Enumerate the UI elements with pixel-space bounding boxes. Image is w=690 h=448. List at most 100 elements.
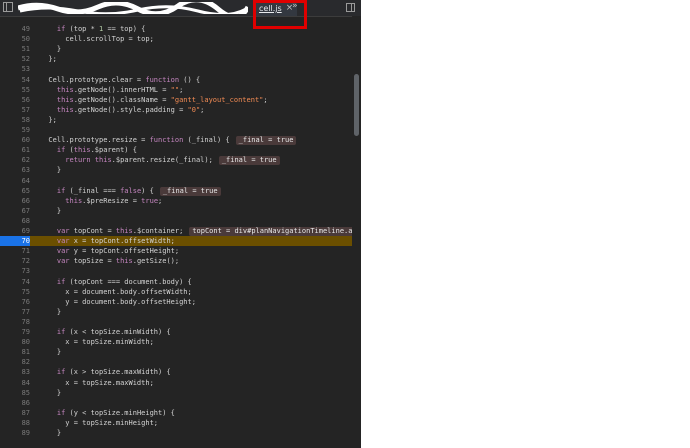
line-number[interactable]: 81 (0, 347, 30, 357)
line-number[interactable]: 86 (0, 398, 30, 408)
line-number[interactable]: 78 (0, 317, 30, 327)
vertical-scrollbar[interactable] (352, 16, 361, 448)
line-number[interactable]: 61 (0, 145, 30, 155)
code-line[interactable]: 58 }; (0, 115, 352, 125)
line-number[interactable]: 88 (0, 418, 30, 428)
code-line[interactable]: 59 (0, 125, 352, 135)
scrollbar-thumb[interactable] (354, 74, 359, 136)
code-line[interactable]: 62 return this.$parent.resize(_final); _f… (0, 155, 352, 166)
code-line[interactable]: 65 if (_final === false) {_final = true (0, 186, 352, 196)
code-text: } (40, 348, 62, 357)
line-number[interactable]: 65 (0, 186, 30, 196)
line-number[interactable]: 80 (0, 337, 30, 347)
line-number[interactable]: 53 (0, 64, 30, 74)
line-number[interactable]: 55 (0, 85, 30, 95)
inline-value-hint: _final = true (159, 186, 221, 196)
line-number[interactable]: 76 (0, 297, 30, 307)
line-number[interactable]: 72 (0, 256, 30, 266)
code-text: this.getNode().innerHTML = ""; (56, 85, 184, 94)
code-line[interactable]: 89 } (0, 428, 352, 438)
code-line[interactable]: 83 if (x > topSize.maxWidth) { (0, 367, 352, 377)
line-number[interactable]: 56 (0, 95, 30, 105)
code-line[interactable]: 69 var topCont = this.$container; topCont… (0, 226, 361, 236)
code-line[interactable]: 82 (0, 357, 352, 367)
code-text: y = document.body.offsetHeight; (40, 297, 196, 306)
code-text: var y = topCont.offsetHeight; (56, 247, 180, 256)
code-line[interactable]: 60 Cell.prototype.resize = function (_fi… (0, 135, 352, 146)
code-line[interactable]: 64 (0, 176, 352, 186)
line-number[interactable]: 82 (0, 357, 30, 367)
code-line[interactable]: 80 x = topSize.minWidth; (0, 337, 352, 347)
line-number[interactable]: 74 (0, 277, 30, 287)
code-line[interactable]: 56 this.getNode().className = "gantt_lay… (0, 95, 352, 105)
code-line[interactable]: 55 this.getNode().innerHTML = ""; (0, 85, 352, 95)
code-line[interactable]: 68 (0, 216, 352, 226)
line-number[interactable]: 73 (0, 266, 30, 276)
line-number[interactable]: 89 (0, 428, 30, 438)
code-line[interactable]: 73 (0, 266, 352, 276)
code-line[interactable]: 66 this.$preResize = true; (0, 196, 352, 206)
code-text: if (y < topSize.minHeight) { (56, 408, 175, 417)
toggle-navigator-icon[interactable] (3, 2, 13, 12)
line-number[interactable]: 71 (0, 246, 30, 256)
code-text: x = document.body.offsetWidth; (40, 287, 192, 296)
code-line[interactable]: 51 } (0, 44, 352, 54)
code-line[interactable]: 52 }; (0, 54, 352, 64)
code-text: } (40, 388, 62, 397)
code-line[interactable]: 53 (0, 64, 352, 74)
code-text: var x = topCont.offsetWidth; (56, 237, 175, 246)
code-line[interactable]: 81 } (0, 347, 352, 357)
code-line[interactable]: 50 cell.scrollTop = top; (0, 34, 352, 44)
line-number[interactable]: 85 (0, 388, 30, 398)
code-line[interactable]: 87 if (y < topSize.minHeight) { (0, 408, 352, 418)
code-editor[interactable]: 49 if (top * 1 == top) {50 cell.scrollTo… (0, 24, 361, 448)
code-line[interactable]: 76 y = document.body.offsetHeight; (0, 297, 352, 307)
code-text: if (top * 1 == top) { (56, 25, 146, 33)
current-execution-line[interactable]: 70 var x = topCont.offsetWidth; (0, 236, 352, 247)
code-line[interactable]: 86 (0, 398, 352, 408)
line-number[interactable]: 84 (0, 378, 30, 388)
line-number[interactable]: 68 (0, 216, 30, 226)
toggle-debugger-icon[interactable] (346, 3, 355, 12)
line-number[interactable]: 67 (0, 206, 30, 216)
line-number[interactable]: 62 (0, 155, 30, 165)
code-line[interactable]: 77 } (0, 307, 352, 317)
code-line[interactable]: 54 Cell.prototype.clear = function () { (0, 75, 352, 85)
inline-value-hint: _final = true (235, 136, 297, 146)
line-number[interactable]: 69 (0, 226, 30, 236)
line-number[interactable]: 50 (0, 34, 30, 44)
line-number[interactable]: 64 (0, 176, 30, 186)
code-line[interactable]: 71 var y = topCont.offsetHeight; (0, 246, 352, 256)
line-number[interactable]: 51 (0, 44, 30, 54)
line-number[interactable]: 63 (0, 165, 30, 175)
code-line[interactable]: 88 y = topSize.minHeight; (0, 418, 352, 428)
code-line[interactable]: 72 var topSize = this.getSize(); (0, 256, 352, 266)
code-line[interactable]: 85 } (0, 388, 352, 398)
line-number[interactable]: 83 (0, 367, 30, 377)
code-text: var topCont = this.$container; topCont = … (40, 226, 361, 236)
line-number[interactable]: 54 (0, 75, 30, 85)
code-text: } (40, 429, 62, 437)
line-number[interactable]: 87 (0, 408, 30, 418)
line-number[interactable]: 77 (0, 307, 30, 317)
line-number[interactable]: 79 (0, 327, 30, 337)
code-line[interactable]: 79 if (x < topSize.minWidth) { (0, 327, 352, 337)
code-line[interactable]: 57 this.getNode().style.padding = "0"; (0, 105, 352, 115)
code-text: Cell.prototype.resize = function (_final… (40, 135, 297, 146)
line-number[interactable]: 75 (0, 287, 30, 297)
code-line[interactable]: 61 if (this.$parent) { (0, 145, 352, 155)
line-number[interactable]: 57 (0, 105, 30, 115)
line-number[interactable]: 58 (0, 115, 30, 125)
code-line[interactable]: 63 } (0, 165, 352, 175)
code-line[interactable]: 78 (0, 317, 352, 327)
code-line[interactable]: 67 } (0, 206, 352, 216)
code-line[interactable]: 74 if (topCont === document.body) { (0, 277, 352, 287)
line-number[interactable]: 66 (0, 196, 30, 206)
line-number[interactable]: 52 (0, 54, 30, 64)
code-line[interactable]: 84 x = topSize.maxWidth; (0, 378, 352, 388)
line-number[interactable]: 70 (0, 236, 30, 247)
line-number[interactable]: 59 (0, 125, 30, 135)
line-number[interactable]: 60 (0, 135, 30, 145)
line-number[interactable]: 49 (0, 24, 30, 34)
code-line[interactable]: 75 x = document.body.offsetWidth; (0, 287, 352, 297)
